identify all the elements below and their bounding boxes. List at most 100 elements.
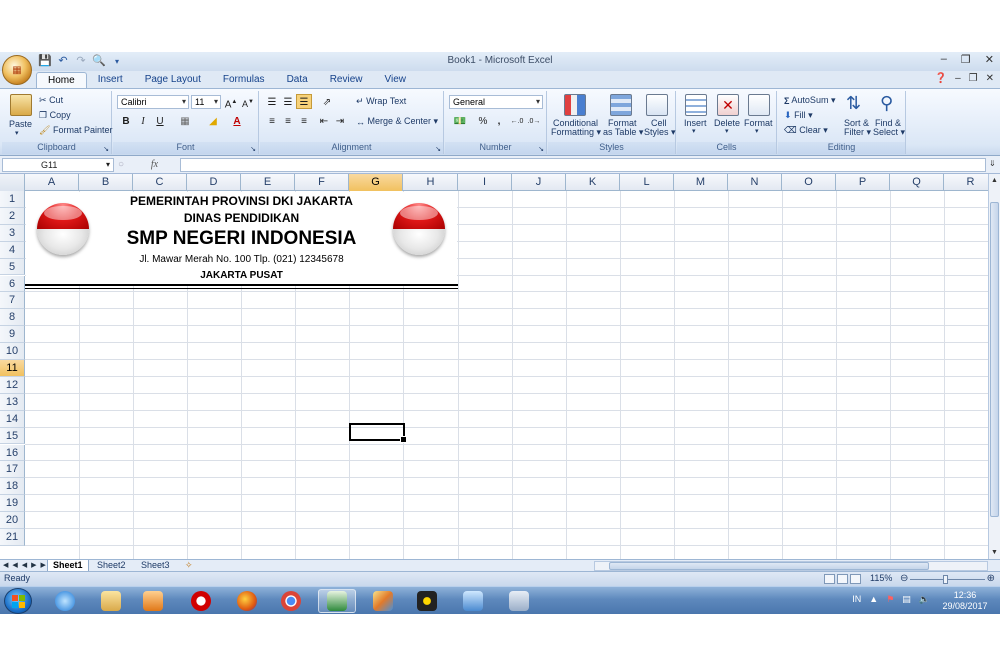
expand-formula-bar-icon[interactable]: ⇓ — [989, 159, 996, 168]
scroll-up-icon[interactable]: ▲ — [989, 175, 1000, 186]
borders-icon[interactable]: ▦ — [177, 113, 193, 128]
italic-button[interactable]: I — [135, 113, 151, 128]
grow-font-icon[interactable]: A▲ — [223, 94, 239, 110]
column-header-l[interactable]: L — [620, 174, 674, 191]
paste-icon[interactable] — [10, 94, 32, 116]
taskbar-calculator[interactable] — [500, 589, 538, 613]
taskbar-chrome[interactable] — [272, 589, 310, 613]
taskbar-excel[interactable] — [318, 589, 356, 613]
align-top-icon[interactable]: ☰ — [264, 94, 280, 109]
fill-button[interactable]: ⬇ Fill ▾ — [784, 110, 813, 121]
page-layout-view-icon[interactable] — [837, 574, 848, 584]
column-header-q[interactable]: Q — [890, 174, 944, 191]
paste-dropdown-icon[interactable]: ▾ — [15, 129, 19, 137]
wrap-text-button[interactable]: ↵ Wrap Text — [356, 96, 406, 107]
start-button[interactable] — [4, 588, 32, 614]
clear-button[interactable]: ⌫ Clear ▾ — [784, 125, 828, 136]
align-bottom-icon[interactable]: ☰ — [296, 94, 312, 109]
column-header-n[interactable]: N — [728, 174, 782, 191]
clipboard-launcher-icon[interactable]: ↘ — [103, 145, 109, 153]
show-hidden-icons-icon[interactable]: ▲ — [869, 594, 878, 605]
active-cell-g11[interactable] — [349, 423, 407, 443]
number-format-select[interactable]: General — [449, 95, 543, 109]
formula-input[interactable] — [180, 158, 986, 172]
taskbar-firefox[interactable] — [228, 589, 266, 613]
align-left-icon[interactable]: ≡ — [264, 113, 280, 128]
zoom-level[interactable]: 115% — [870, 573, 892, 583]
row-header-8[interactable]: 8 — [0, 309, 25, 327]
row-header-9[interactable]: 9 — [0, 326, 25, 344]
tab-page-layout[interactable]: Page Layout — [134, 72, 212, 88]
taskbar-explorer[interactable] — [92, 589, 130, 613]
column-header-o[interactable]: O — [782, 174, 836, 191]
scroll-down-icon[interactable]: ▼ — [989, 547, 1000, 558]
row-header-14[interactable]: 14 — [0, 410, 25, 428]
increase-indent-icon[interactable]: ⇥ — [332, 113, 348, 128]
column-header-a[interactable]: A — [25, 174, 79, 191]
merge-center-button[interactable]: ↔ Merge & Center ▾ — [356, 116, 438, 127]
tab-formulas[interactable]: Formulas — [212, 72, 276, 88]
format-painter-button[interactable]: 🖌 Format Painter — [39, 125, 112, 136]
minimize-icon[interactable]: – — [941, 53, 947, 66]
row-header-13[interactable]: 13 — [0, 393, 25, 411]
row-header-5[interactable]: 5 — [0, 258, 25, 276]
format-dropdown-icon[interactable]: ▾ — [755, 127, 759, 135]
underline-button[interactable]: U — [152, 113, 168, 128]
zoom-in-icon[interactable]: ⊕ — [987, 573, 995, 584]
column-header-k[interactable]: K — [566, 174, 620, 191]
row-header-15[interactable]: 15 — [0, 427, 25, 445]
comma-button[interactable]: , — [491, 113, 507, 128]
close-icon[interactable]: ✕ — [985, 53, 994, 66]
normal-view-icon[interactable] — [824, 574, 835, 584]
help-icon[interactable]: ❓ — [935, 73, 947, 84]
select-all-button[interactable] — [0, 174, 25, 191]
font-launcher-icon[interactable]: ↘ — [250, 145, 256, 153]
column-header-e[interactable]: E — [241, 174, 295, 191]
network-icon[interactable]: ▤ — [902, 594, 911, 605]
taskbar-paint[interactable] — [364, 589, 402, 613]
clock[interactable]: 12:36 29/08/2017 — [934, 590, 996, 612]
row-header-2[interactable]: 2 — [0, 207, 25, 225]
zoom-knob[interactable] — [943, 575, 948, 584]
decrease-decimal-icon[interactable]: .0→ — [526, 113, 542, 128]
taskbar-ie[interactable] — [46, 589, 84, 613]
column-header-r[interactable]: R — [944, 174, 988, 191]
tab-review[interactable]: Review — [319, 72, 374, 88]
column-header-m[interactable]: M — [674, 174, 728, 191]
tab-data[interactable]: Data — [276, 72, 319, 88]
row-header-6[interactable]: 6 — [0, 275, 25, 293]
vertical-scrollbar[interactable]: ▲ ▼ — [988, 174, 1000, 559]
delete-dropdown-icon[interactable]: ▾ — [725, 127, 729, 135]
tab-insert[interactable]: Insert — [87, 72, 134, 88]
insert-function-icon[interactable]: fx — [151, 159, 158, 170]
zoom-slider[interactable]: ⊖ ⊕ — [900, 573, 995, 584]
vertical-scroll-thumb[interactable] — [990, 202, 999, 517]
letterhead-line-3[interactable]: SMP NEGERI INDONESIA — [26, 227, 457, 251]
input-language[interactable]: IN — [852, 594, 861, 605]
page-break-view-icon[interactable] — [850, 574, 861, 584]
row-header-16[interactable]: 16 — [0, 444, 25, 462]
worksheet-grid[interactable]: ABCDEFGHIJKLMNOPQR PEMERINTAH PROVINSI D… — [0, 174, 988, 559]
horizontal-scrollbar[interactable] — [594, 561, 988, 571]
row-header-4[interactable]: 4 — [0, 241, 25, 259]
column-header-i[interactable]: I — [458, 174, 512, 191]
paste-button[interactable]: Paste — [9, 119, 32, 129]
align-middle-icon[interactable]: ☰ — [280, 94, 296, 109]
row-header-1[interactable]: 1 — [0, 191, 25, 208]
row-header-19[interactable]: 19 — [0, 495, 25, 513]
increase-decimal-icon[interactable]: ←.0 — [509, 113, 525, 128]
insert-dropdown-icon[interactable]: ▾ — [692, 127, 696, 135]
fill-color-icon[interactable]: ◢ — [205, 113, 221, 128]
column-header-c[interactable]: C — [133, 174, 187, 191]
orientation-icon[interactable]: ⇗ — [316, 94, 338, 109]
align-center-icon[interactable]: ≡ — [280, 113, 296, 128]
workbook-close-icon[interactable]: ✕ — [986, 73, 994, 84]
zoom-out-icon[interactable]: ⊖ — [900, 573, 908, 584]
row-header-21[interactable]: 21 — [0, 529, 25, 546]
row-header-10[interactable]: 10 — [0, 343, 25, 360]
taskbar-media[interactable] — [134, 589, 172, 613]
row-header-3[interactable]: 3 — [0, 224, 25, 242]
bold-button[interactable]: B — [118, 113, 134, 128]
flag-tray-icon[interactable]: ⚑ — [886, 594, 894, 605]
column-header-g[interactable]: G — [349, 174, 403, 191]
